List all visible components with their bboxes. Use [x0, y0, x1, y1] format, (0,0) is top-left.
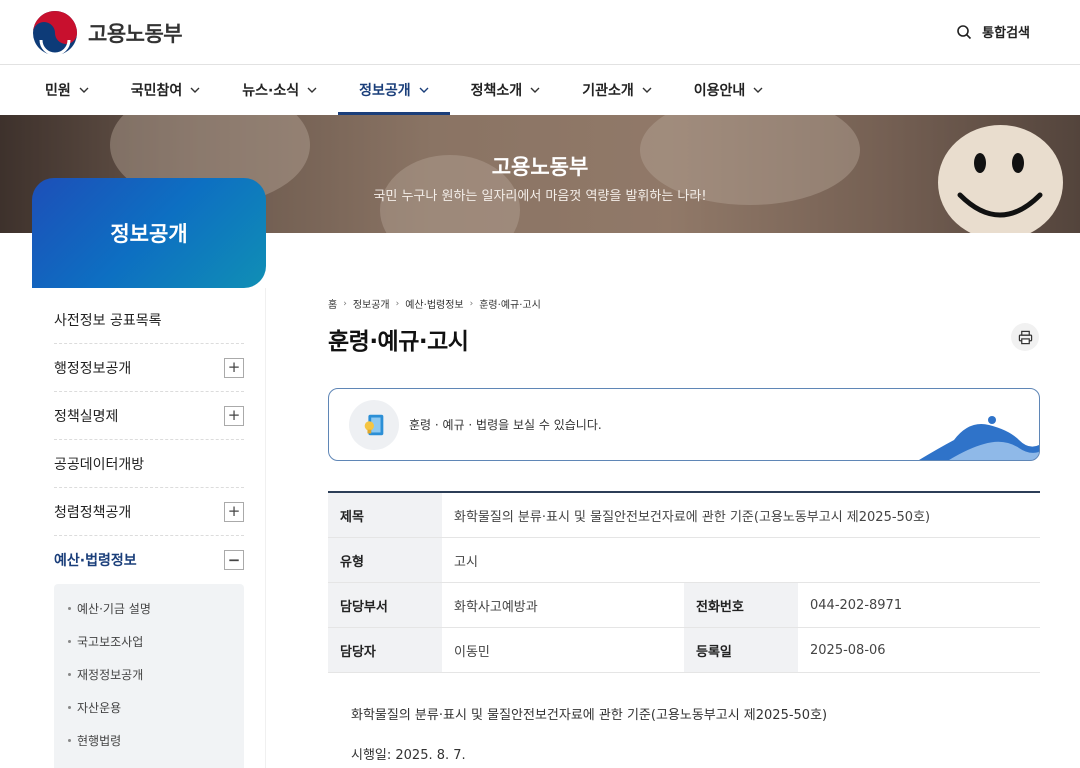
info-notice-box: 훈령 · 예규 · 법령을 보실 수 있습니다. [328, 388, 1040, 461]
expand-icon[interactable]: + [224, 357, 244, 378]
detail-value-type: 고시 [454, 554, 478, 570]
bullet-icon [68, 607, 71, 610]
gnb-item-disclosure[interactable]: 정보공개 [338, 65, 450, 115]
bullet-icon [68, 640, 71, 643]
chevron-down-icon [753, 87, 763, 93]
sidebar-item-prior-info[interactable]: 사전정보 공표목록 [54, 296, 244, 344]
content-body-title: 화학물질의 분류·표시 및 물질안전보건자료에 관한 기준(고용노동부고시 제2… [351, 708, 828, 723]
submenu-item-asset[interactable]: 자산운용 [68, 699, 121, 716]
detail-value-dept: 화학사고예방과 [454, 599, 538, 615]
info-notice-text: 훈령 · 예규 · 법령을 보실 수 있습니다. [409, 418, 602, 432]
submenu-label: 현행법령 [77, 734, 122, 748]
detail-value-date: 2025-08-06 [810, 642, 886, 658]
logo-text: 고용노동부 [88, 22, 183, 46]
detail-table: 제목 화학물질의 분류·표시 및 물질안전보건자료에 관한 기준(고용노동부고시… [328, 491, 1040, 673]
sidebar-item-admin-info[interactable]: 행정정보공개 + [54, 344, 244, 392]
chevron-down-icon [642, 87, 652, 93]
gnb-item-guide[interactable]: 이용안내 [673, 65, 785, 115]
sidebar-item-budget-law[interactable]: 예산·법령정보 − [54, 536, 244, 584]
chevron-down-icon [190, 87, 200, 93]
detail-value-person: 이동민 [454, 644, 490, 660]
page-title: 훈령·예규·고시 [328, 329, 469, 355]
sidebar-item-label: 청렴정책공개 [54, 504, 132, 521]
breadcrumb-item[interactable]: 예산·법령정보 [405, 296, 463, 311]
submenu-label: 예산·기금 설명 [77, 602, 151, 616]
sidebar-submenu: 예산·기금 설명 국고보조사업 재정정보공개 자산운용 현행법령 [54, 584, 244, 768]
gnb-label: 이용안내 [693, 83, 746, 99]
detail-value-title: 화학물질의 분류·표시 및 물질안전보건자료에 관한 기준(고용노동부고시 제2… [454, 509, 931, 525]
sidebar-item-label: 사전정보 공표목록 [54, 312, 162, 329]
submenu-item-current-law[interactable]: 현행법령 [68, 732, 121, 749]
submenu-item-finance-info[interactable]: 재정정보공개 [68, 666, 143, 683]
table-row: 유형 고시 [328, 538, 1040, 583]
info-book-icon [349, 400, 399, 450]
submenu-label: 자산운용 [77, 701, 122, 715]
site-logo[interactable]: 고용노동부 [32, 10, 183, 56]
collapse-icon[interactable]: − [224, 550, 244, 570]
integrated-search-button[interactable]: 통합검색 [956, 22, 1030, 41]
chevron-right-icon: › [343, 298, 347, 309]
taegeuk-logo-icon [33, 11, 77, 56]
chevron-right-icon: › [395, 298, 400, 309]
gnb-label: 정책소개 [470, 83, 523, 99]
table-row: 담당부서 화학사고예방과 전화번호 044-202-8971 [328, 583, 1040, 628]
sidebar-item-integrity[interactable]: 청렴정책공개 + [54, 488, 244, 536]
sidebar-item-open-data[interactable]: 공공데이터개방 [54, 440, 244, 488]
gnb-label: 국민참여 [130, 83, 183, 99]
gnb-item-policy[interactable]: 정책소개 [450, 65, 562, 115]
site-header: 고용노동부 통합검색 [0, 0, 1080, 65]
breadcrumb-home[interactable]: 홈 [328, 296, 337, 311]
gnb-item-participation[interactable]: 국민참여 [110, 65, 222, 115]
detail-label-phone: 전화번호 [684, 583, 798, 627]
gnb-item-agency[interactable]: 기관소개 [561, 65, 673, 115]
submenu-label: 재정정보공개 [77, 668, 144, 682]
sidebar-title: 정보공개 [32, 178, 266, 288]
gnb-label: 민원 [45, 83, 71, 99]
main-navigation: 민원 국민참여 뉴스·소식 정보공개 정책소개 기관소개 이용안내 [0, 65, 1080, 115]
detail-value-phone: 044-202-8971 [810, 597, 903, 613]
detail-label-dept: 담당부서 [328, 583, 442, 627]
chevron-down-icon [79, 87, 89, 93]
banner-title: 고용노동부 [491, 155, 589, 179]
detail-label-date: 등록일 [684, 628, 798, 672]
sidebar-item-label: 정책실명제 [54, 408, 119, 425]
gnb-label: 기관소개 [582, 83, 634, 99]
breadcrumb: 홈 › 정보공개 › 예산·법령정보 › 훈령·예규·고시 [328, 296, 541, 312]
gnb-label: 정보공개 [359, 83, 411, 99]
sidebar-item-label: 공공데이터개방 [54, 456, 145, 473]
submenu-label: 국고보조사업 [77, 635, 144, 649]
sidebar-item-label: 행정정보공개 [54, 360, 132, 377]
breadcrumb-item[interactable]: 정보공개 [353, 296, 390, 311]
submenu-item-subsidy[interactable]: 국고보조사업 [68, 633, 143, 650]
wave-decoration-icon [919, 416, 1039, 460]
gnb-item-news[interactable]: 뉴스·소식 [221, 65, 338, 115]
bullet-icon [68, 673, 71, 676]
submenu-item-budget-fund[interactable]: 예산·기금 설명 [68, 600, 151, 617]
chevron-down-icon [530, 87, 540, 93]
chevron-down-icon [419, 87, 429, 93]
breadcrumb-current: 훈령·예규·고시 [479, 300, 541, 311]
bullet-icon [68, 706, 71, 709]
search-icon [957, 24, 972, 39]
printer-icon [1018, 330, 1032, 344]
chevron-down-icon [307, 87, 317, 93]
sidebar-item-policy-name[interactable]: 정책실명제 + [54, 392, 244, 440]
table-row: 담당자 이동민 등록일 2025-08-06 [328, 628, 1040, 673]
expand-icon[interactable]: + [224, 405, 244, 426]
gnb-label: 뉴스·소식 [242, 83, 300, 99]
detail-label-person: 담당자 [328, 628, 442, 672]
content-effective-date: 시행일: 2025. 8. 7. [351, 748, 466, 763]
sidebar-item-label: 예산·법령정보 [54, 553, 137, 569]
bullet-icon [68, 739, 71, 742]
detail-label-type: 유형 [328, 538, 442, 582]
table-row: 제목 화학물질의 분류·표시 및 물질안전보건자료에 관한 기준(고용노동부고시… [328, 493, 1040, 538]
chevron-right-icon: › [469, 298, 474, 309]
search-label: 통합검색 [982, 26, 1030, 41]
print-button[interactable] [1011, 323, 1039, 351]
detail-label-title: 제목 [328, 493, 442, 537]
sidebar-menu: 사전정보 공표목록 행정정보공개 + 정책실명제 + 공공데이터개방 청렴정책공… [32, 288, 266, 768]
gnb-item-minwon[interactable]: 민원 [24, 65, 110, 115]
expand-icon[interactable]: + [224, 501, 244, 522]
